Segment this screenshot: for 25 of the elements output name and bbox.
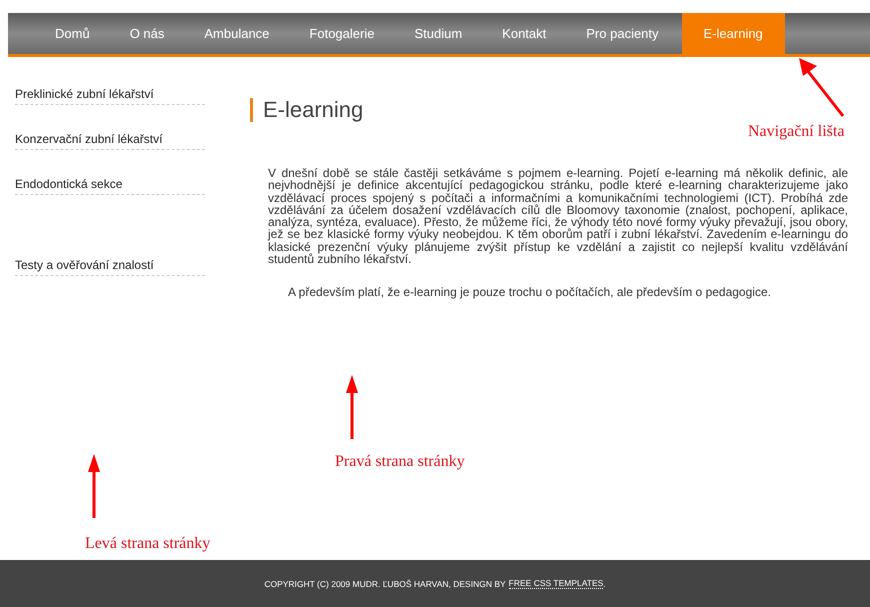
nav-link[interactable]: Domů: [35, 13, 110, 54]
nav-link[interactable]: Kontakt: [482, 13, 566, 54]
annotation-label: Navigační lišta: [748, 123, 844, 141]
sidebar-link[interactable]: Preklinické zubní lékařství: [15, 87, 205, 105]
arrow-icon: [86, 454, 102, 520]
arrow-icon: [344, 375, 360, 441]
paragraph: A především platí, že e-learning je pouze trochu o počítačích, ale především o pedagogice.: [288, 285, 772, 300]
footer-link[interactable]: FREE CSS TEMPLATES: [508, 578, 604, 589]
nav-link[interactable]: E-learning: [682, 13, 785, 54]
paragraph: V dnešní době se stále častěji setkáváme s pojmem e-learning. Pojetí e-learning má několik definic, ale nejvhodnější je definice akcentující pedagogickou stránku, podle které e-learning charakterizujeme jako vzdělávací proces spojený s počítači a informačními a komunikačními technologiemi (ICT). Probíhá zde vzdělávání za účelem dosažení vzdělávacích cílů dle Bloomovy taxonomie (znalost, pochopení, aplikace, analýza, syntéza, evaluace). Přesto, že můžeme říci, že výhody této nové formy výuky převažují, jsou obory, jež se bez klasické formy výuky neobejdou. K těm oborům patří i zubní lékařství. Zavedením e-learningu do klasické prezenční výuky plánujeme zvýšit přístup ke vzdělání a zajistit co nejlepší kvalitu vzdělávání studentů zubního lékařství.: [268, 167, 848, 266]
nav-link[interactable]: O nás: [110, 13, 184, 54]
arrow-icon: [797, 56, 847, 118]
nav-link[interactable]: Studium: [394, 13, 482, 54]
sidebar-link[interactable]: Konzervační zubní lékařství: [15, 132, 205, 150]
title-accent-bar: [250, 98, 253, 122]
nav-link[interactable]: Pro pacienty: [566, 13, 679, 54]
nav-link[interactable]: Ambulance: [184, 13, 290, 54]
page-title: E-learning: [263, 97, 364, 123]
annotation-label: Pravá strana stránky: [335, 453, 465, 471]
nav-link[interactable]: Fotogalerie: [289, 13, 394, 54]
annotation-label: Levá strana stránky: [85, 535, 210, 553]
sidebar-link[interactable]: Testy a ověřování znalostí: [15, 258, 205, 276]
copyright-text: COPYRIGHT (C) 2009 MUDR. ĽUBOŠ HARVAN, DESINGN BY: [264, 578, 506, 588]
sidebar-link[interactable]: Endodontická sekce: [15, 177, 205, 195]
copyright-text: .: [603, 578, 606, 588]
